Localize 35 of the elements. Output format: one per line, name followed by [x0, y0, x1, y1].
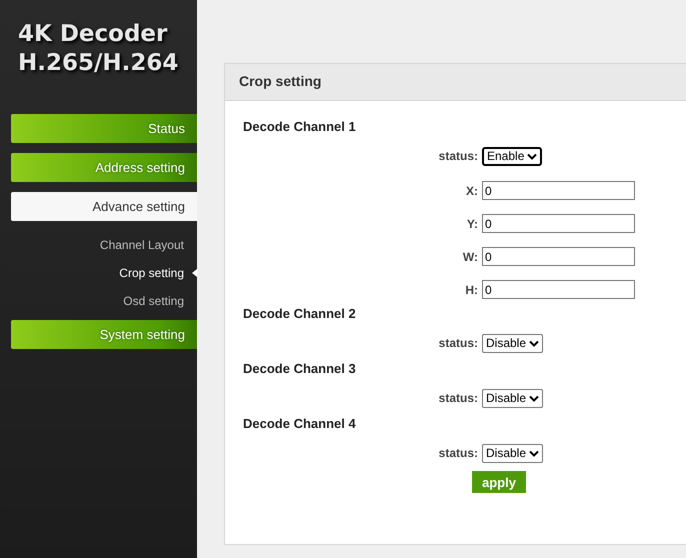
- panel-title: Crop setting: [239, 73, 322, 89]
- chevron-down-icon: [529, 340, 540, 346]
- status-label: status:: [438, 391, 479, 405]
- field-label: W:: [462, 250, 479, 264]
- chevron-down-icon: [529, 450, 540, 456]
- apply-button[interactable]: apply: [472, 471, 526, 493]
- chevron-down-icon: [529, 394, 540, 402]
- channel-title: Decode Channel 3: [243, 361, 357, 378]
- status-label: status:: [438, 446, 479, 460]
- status-label: status:: [438, 149, 479, 163]
- nav-item[interactable]: Status: [11, 114, 197, 143]
- channel-title: Decode Channel 4: [243, 416, 357, 433]
- channel-title: Decode Channel 1: [243, 119, 357, 136]
- chevron-down-icon: [527, 152, 538, 160]
- subnav-item[interactable]: Osd setting: [123, 294, 184, 308]
- status-dropdown[interactable]: Disable: [482, 334, 544, 352]
- nav-item[interactable]: System setting: [11, 320, 197, 349]
- nav-item[interactable]: Address setting: [11, 153, 197, 182]
- input-field[interactable]: 0: [482, 247, 635, 266]
- brand-subtitle: H.265/H.264: [18, 49, 178, 78]
- status-dropdown[interactable]: Enable: [482, 146, 542, 166]
- subnav-item[interactable]: Crop setting: [119, 266, 184, 280]
- field-label: Y:: [466, 216, 479, 230]
- channel-title: Decode Channel 2: [243, 306, 357, 323]
- input-field[interactable]: 0: [482, 280, 635, 299]
- field-label: H:: [464, 282, 479, 296]
- subnav-item[interactable]: Channel Layout: [100, 238, 184, 252]
- field-label: X:: [465, 184, 479, 198]
- status-dropdown[interactable]: Disable: [482, 388, 544, 408]
- input-field[interactable]: 0: [482, 181, 635, 200]
- input-field[interactable]: 0: [482, 214, 635, 233]
- status-dropdown[interactable]: Disable: [482, 444, 544, 462]
- status-label: status:: [438, 336, 479, 350]
- nav-item[interactable]: Advance setting: [11, 192, 197, 221]
- brand-title: 4K Decoder: [18, 20, 168, 49]
